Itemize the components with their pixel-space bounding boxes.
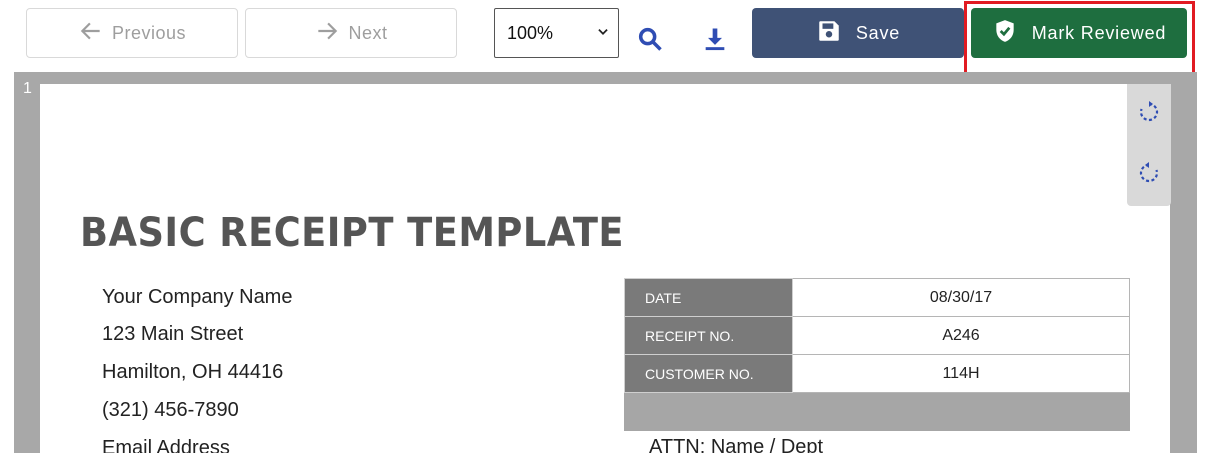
receipt-no-label: RECEIPT NO. xyxy=(624,316,793,355)
customer-no-value: 114H xyxy=(792,354,1130,393)
document-title: BASIC RECEIPT TEMPLATE xyxy=(80,210,625,256)
arrow-right-icon xyxy=(314,18,340,49)
next-label: Next xyxy=(348,22,388,43)
rotate-counterclockwise-icon[interactable] xyxy=(1137,161,1161,190)
next-button[interactable]: Next xyxy=(245,8,457,58)
company-name: Your Company Name xyxy=(102,286,293,308)
date-label: DATE xyxy=(624,278,793,317)
company-phone: (321) 456-7890 xyxy=(102,399,239,421)
save-button[interactable]: Save xyxy=(752,8,964,58)
table-row: DATE 08/30/17 xyxy=(624,278,1130,317)
date-value: 08/30/17 xyxy=(792,278,1130,317)
save-label: Save xyxy=(855,22,901,43)
page-number: 1 xyxy=(23,80,32,97)
search-button[interactable] xyxy=(633,24,667,58)
grey-separator xyxy=(624,392,1130,431)
previous-label: Previous xyxy=(111,22,187,43)
customer-no-label: CUSTOMER NO. xyxy=(624,354,793,393)
company-city: Hamilton, OH 44416 xyxy=(102,361,284,383)
download-icon xyxy=(701,25,729,58)
zoom-select[interactable]: 100% xyxy=(494,8,619,58)
arrow-left-icon xyxy=(78,18,104,49)
previous-button[interactable]: Previous xyxy=(26,8,238,58)
highlight-box xyxy=(964,1,1195,78)
grey-separator-row xyxy=(624,392,1130,431)
download-button[interactable] xyxy=(698,24,732,58)
receipt-no-value: A246 xyxy=(792,316,1130,355)
company-email: Email Address xyxy=(102,437,230,453)
receipt-info-table: DATE 08/30/17 RECEIPT NO. A246 CUSTOMER … xyxy=(624,278,1130,431)
chevron-down-icon xyxy=(596,23,610,44)
table-row: CUSTOMER NO. 114H xyxy=(624,354,1130,393)
document-viewer: 1 BASIC RECEIPT TEMPLATE Your Company Na… xyxy=(14,72,1197,453)
attn-line: ATTN: Name / Dept xyxy=(649,436,824,453)
table-row: RECEIPT NO. A246 xyxy=(624,316,1130,355)
zoom-value: 100% xyxy=(507,22,554,43)
floppy-disk-icon xyxy=(816,18,842,49)
rotate-panel xyxy=(1127,84,1171,206)
document-page: BASIC RECEIPT TEMPLATE Your Company Name… xyxy=(40,84,1170,453)
company-street: 123 Main Street xyxy=(102,323,244,345)
search-icon xyxy=(636,25,664,58)
rotate-clockwise-icon[interactable] xyxy=(1137,100,1161,129)
